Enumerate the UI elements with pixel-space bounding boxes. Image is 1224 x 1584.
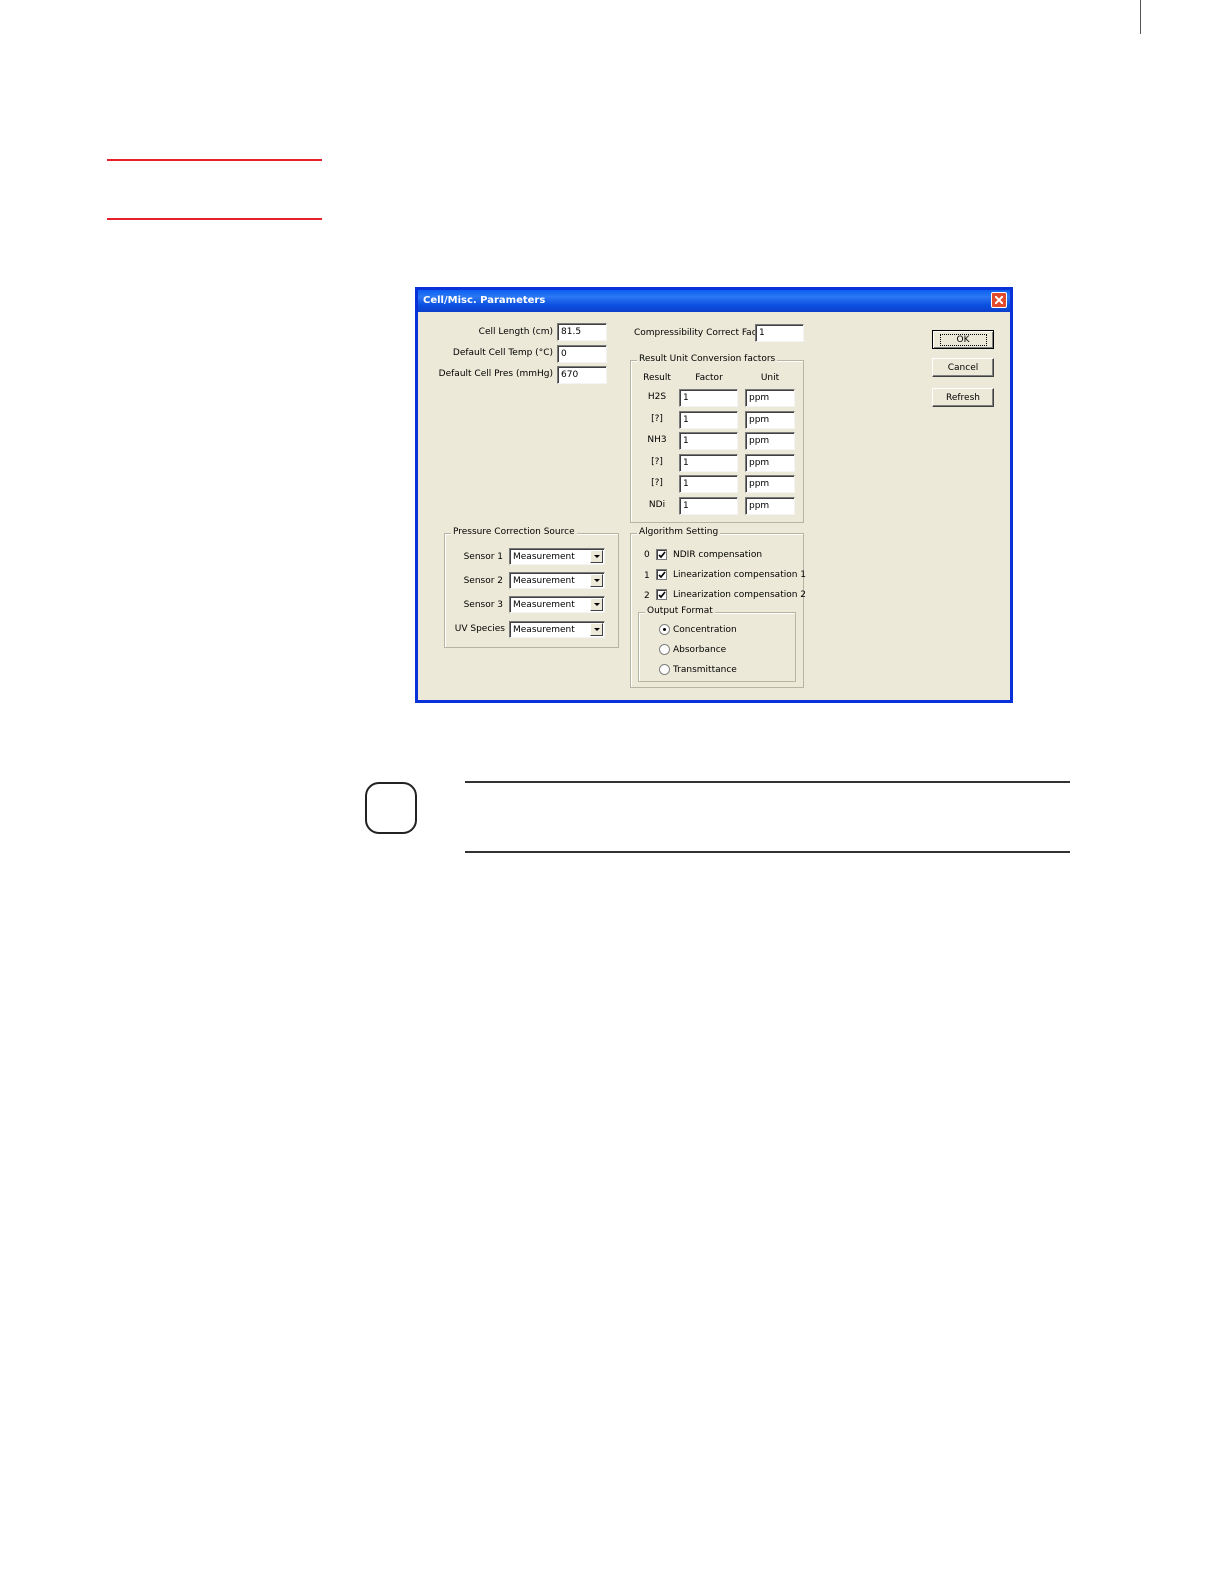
- unit-field[interactable]: ppm: [745, 432, 795, 450]
- factor-header: Factor: [695, 373, 723, 383]
- note-rule-bottom: [465, 851, 1070, 853]
- output-format-option: Absorbance: [673, 645, 727, 655]
- checkmark-icon: [658, 591, 666, 599]
- pressure-source-select[interactable]: Measurement: [509, 621, 605, 638]
- algorithm-label: Linearization compensation 1: [673, 570, 807, 580]
- factor-field[interactable]: 1: [679, 411, 738, 429]
- algorithm-checkbox[interactable]: [656, 569, 667, 580]
- output-format-radio[interactable]: [659, 664, 670, 675]
- page-edge-line: [1140, 0, 1141, 34]
- pressure-group-title: Pressure Correction Source: [451, 527, 577, 537]
- output-format-groupbox: Output Format Concentration Absorbance T…: [638, 606, 796, 682]
- pressure-correction-groupbox: Pressure Correction Source Sensor 1 Meas…: [444, 527, 619, 648]
- unit-field[interactable]: ppm: [745, 454, 795, 472]
- unit-field[interactable]: ppm: [745, 389, 795, 407]
- select-value: Measurement: [513, 552, 575, 562]
- cancel-button[interactable]: Cancel: [932, 358, 994, 377]
- unit-header: Unit: [760, 373, 780, 383]
- chevron-down-icon[interactable]: [590, 574, 603, 587]
- close-button[interactable]: [991, 292, 1007, 308]
- note-rule-top: [465, 781, 1070, 783]
- result-label: [?]: [651, 414, 663, 424]
- unit-field[interactable]: ppm: [745, 497, 795, 515]
- output-format-radio[interactable]: [659, 624, 670, 635]
- algorithm-index: 2: [644, 591, 650, 601]
- algorithm-checkbox[interactable]: [656, 549, 667, 560]
- output-format-option: Concentration: [673, 625, 737, 635]
- unit-field[interactable]: ppm: [745, 411, 795, 429]
- select-value: Measurement: [513, 600, 575, 610]
- result-header: Result: [643, 373, 671, 383]
- output-format-option: Transmittance: [673, 665, 737, 675]
- cell-length-label: Cell Length (cm): [478, 327, 553, 337]
- factor-field[interactable]: 1: [679, 454, 738, 472]
- algorithm-checkbox[interactable]: [656, 589, 667, 600]
- factor-field[interactable]: 1: [679, 497, 738, 515]
- checkmark-icon: [658, 571, 666, 579]
- result-label: [?]: [651, 478, 663, 488]
- refresh-button[interactable]: Refresh: [932, 388, 994, 407]
- sensor-label: Sensor 3: [463, 600, 503, 610]
- sensor-label: Sensor 2: [463, 576, 503, 586]
- select-value: Measurement: [513, 625, 575, 635]
- dialog-title: Cell/Misc. Parameters: [423, 295, 546, 306]
- factor-field[interactable]: 1: [679, 432, 738, 450]
- algorithm-index: 1: [644, 571, 650, 581]
- cell-misc-parameters-dialog: Cell/Misc. Parameters Cell Length (cm) 8…: [415, 287, 1013, 703]
- result-label: NDi: [648, 500, 666, 510]
- header-rule-top: [107, 159, 322, 161]
- pressure-source-select[interactable]: Measurement: [509, 596, 605, 613]
- chevron-down-icon[interactable]: [590, 623, 603, 636]
- output-format-radio[interactable]: [659, 644, 670, 655]
- conversion-group-title: Result Unit Conversion factors: [637, 354, 778, 364]
- compressibility-label: Compressibility Correct Factor: [634, 328, 770, 338]
- note-icon: [365, 782, 417, 834]
- chevron-down-icon[interactable]: [590, 598, 603, 611]
- default-cell-temp-field[interactable]: 0: [557, 345, 607, 363]
- conversion-groupbox: Result Unit Conversion factors Result Fa…: [630, 354, 804, 523]
- sensor-label: Sensor 1: [463, 552, 503, 562]
- close-icon: [995, 296, 1003, 304]
- output-format-title: Output Format: [645, 606, 715, 616]
- select-value: Measurement: [513, 576, 575, 586]
- result-label: NH3: [647, 435, 667, 445]
- algorithm-label: NDIR compensation: [673, 550, 763, 560]
- factor-field[interactable]: 1: [679, 389, 738, 407]
- ok-button[interactable]: OK: [932, 330, 994, 349]
- sensor-label: UV Species: [454, 624, 505, 634]
- dialog-titlebar: Cell/Misc. Parameters: [418, 290, 1010, 312]
- compressibility-field[interactable]: 1: [755, 324, 804, 342]
- header-rule-bottom: [107, 218, 322, 220]
- pressure-source-select[interactable]: Measurement: [509, 572, 605, 589]
- algorithm-index: 0: [644, 550, 650, 560]
- result-label: H2S: [647, 392, 667, 402]
- pressure-source-select[interactable]: Measurement: [509, 548, 605, 565]
- factor-field[interactable]: 1: [679, 475, 738, 493]
- default-cell-pres-label: Default Cell Pres (mmHg): [438, 369, 553, 379]
- cell-length-field[interactable]: 81.5: [557, 323, 607, 341]
- algorithm-label: Linearization compensation 2: [673, 590, 807, 600]
- algorithm-setting-groupbox: Algorithm Setting 0 NDIR compensation 1 …: [630, 527, 807, 688]
- ok-button-label: OK: [939, 334, 987, 346]
- checkmark-icon: [658, 551, 666, 559]
- unit-field[interactable]: ppm: [745, 475, 795, 493]
- algorithm-group-title: Algorithm Setting: [637, 527, 721, 537]
- result-label: [?]: [651, 457, 663, 467]
- default-cell-temp-label: Default Cell Temp (°C): [452, 348, 553, 358]
- default-cell-pres-field[interactable]: 670: [557, 366, 607, 384]
- chevron-down-icon[interactable]: [590, 550, 603, 563]
